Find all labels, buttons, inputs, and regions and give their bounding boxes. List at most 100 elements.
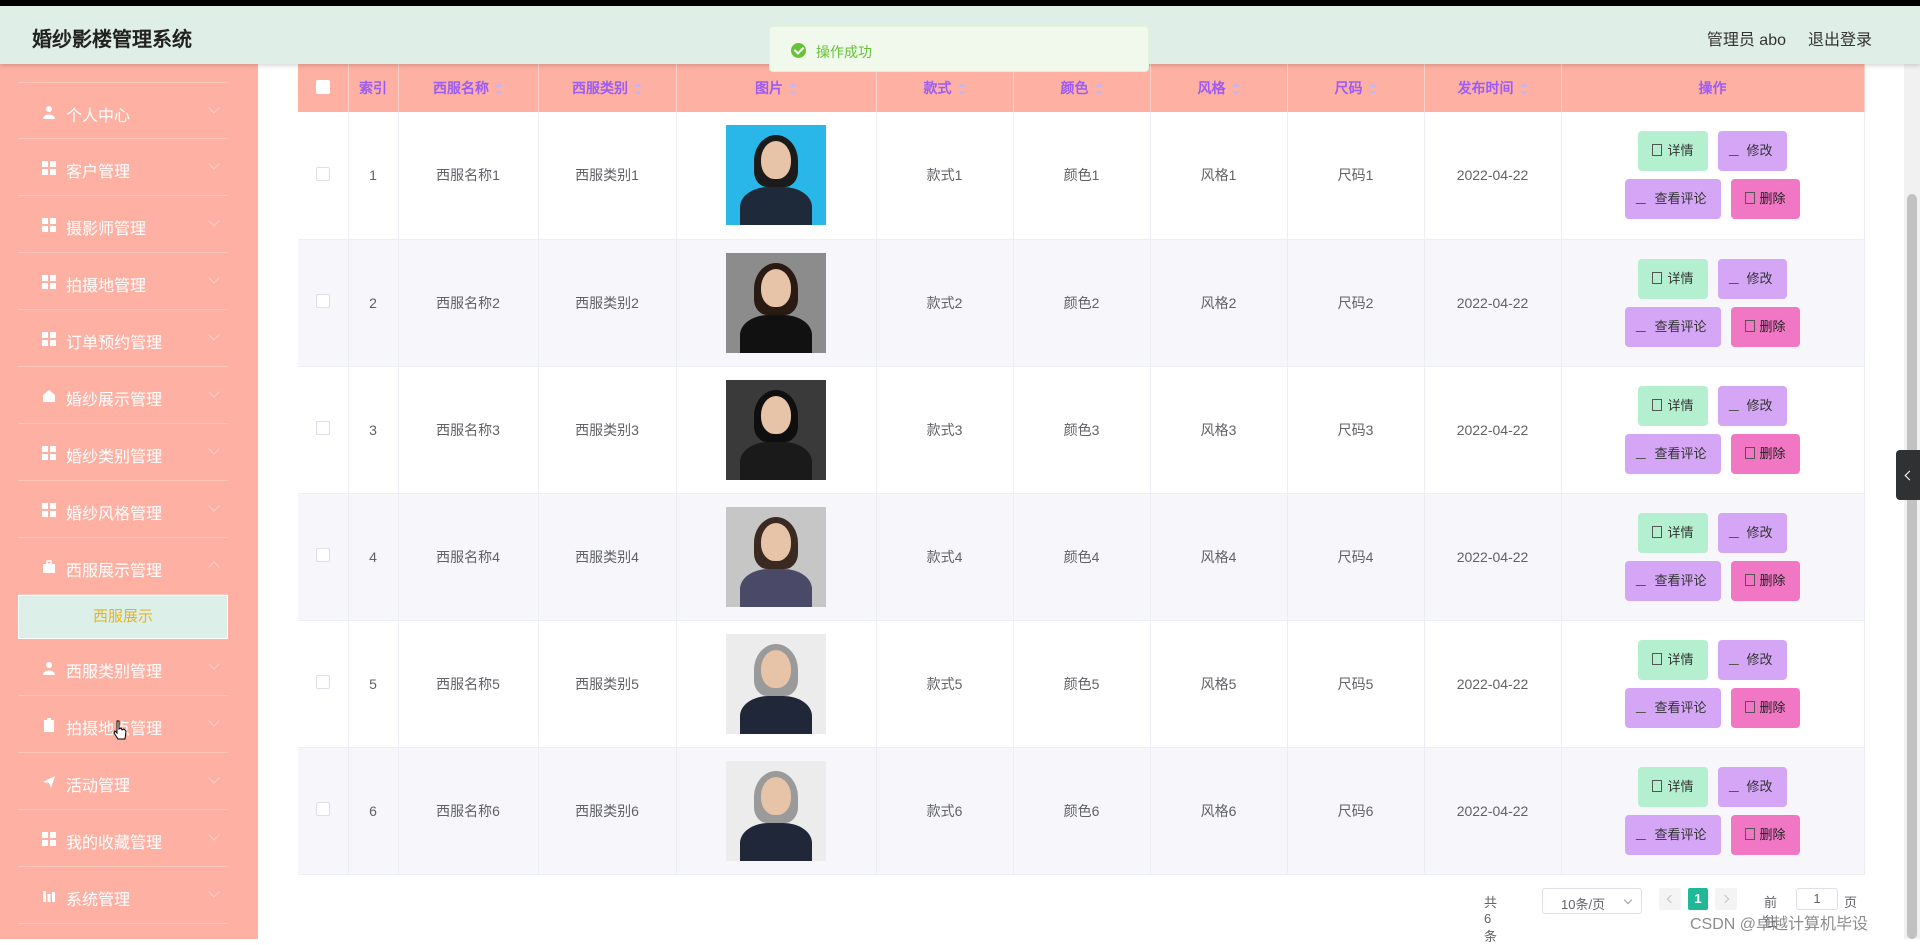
collapse-side-tab[interactable] xyxy=(1896,450,1920,500)
sidebar-subitem-suit-display[interactable]: 西服展示 xyxy=(18,595,228,639)
logout-button[interactable]: 退出登录 xyxy=(1808,26,1872,50)
row-select-cell[interactable] xyxy=(298,112,349,240)
detail-button[interactable]: 详情 xyxy=(1638,766,1708,807)
sort-icon[interactable] xyxy=(789,83,797,96)
comment-label: 查看评论 xyxy=(1654,699,1707,715)
sidebar-item-personal-center[interactable]: 个人中心 xyxy=(18,82,228,139)
row-checkbox[interactable] xyxy=(315,548,330,562)
column-header[interactable]: 风格 xyxy=(1150,64,1288,112)
detail-button[interactable]: 详情 xyxy=(1638,385,1708,426)
cell-size: 尺码4 xyxy=(1287,493,1425,621)
row-select-cell[interactable] xyxy=(298,620,349,748)
sidebar-item-orders[interactable]: 订单预约管理 xyxy=(18,310,228,367)
row-checkbox[interactable] xyxy=(315,802,330,816)
cell-category: 西服类别4 xyxy=(538,493,677,621)
view-comments-button[interactable]: 查看评论 xyxy=(1625,814,1721,855)
view-comments-button[interactable]: 查看评论 xyxy=(1625,560,1721,601)
view-comments-button[interactable]: 查看评论 xyxy=(1625,433,1721,474)
delete-button[interactable]: 删除 xyxy=(1730,433,1800,474)
view-comments-button[interactable]: 查看评论 xyxy=(1625,687,1721,728)
select-all-header[interactable] xyxy=(298,64,349,112)
detail-button[interactable]: 详情 xyxy=(1638,512,1708,553)
column-header-label: 款式 xyxy=(923,80,952,96)
row-select-cell[interactable] xyxy=(298,493,349,621)
sidebar-item-suit-display[interactable]: 西服展示管理 xyxy=(18,538,228,595)
row-select-cell[interactable] xyxy=(298,747,349,875)
edit-button[interactable]: 修改 xyxy=(1717,385,1787,426)
pencil-icon xyxy=(1728,271,1745,284)
column-header[interactable]: 尺码 xyxy=(1287,64,1425,112)
cell-index: 5 xyxy=(348,620,399,748)
edit-button[interactable]: 修改 xyxy=(1717,766,1787,807)
edit-button[interactable]: 修改 xyxy=(1717,512,1787,553)
sort-icon[interactable] xyxy=(1519,83,1528,96)
detail-button[interactable]: 详情 xyxy=(1638,131,1708,172)
photo-cell xyxy=(676,493,877,621)
sort-icon[interactable] xyxy=(495,83,503,96)
delete-button[interactable]: 删除 xyxy=(1730,687,1800,728)
sidebar-item-shooting-sites[interactable]: 拍摄地管理 xyxy=(18,253,228,310)
delete-button[interactable]: 删除 xyxy=(1730,560,1800,601)
sidebar-item-suit-category[interactable]: 西服类别管理 xyxy=(18,639,228,696)
delete-button[interactable]: 删除 xyxy=(1730,306,1800,347)
detail-button[interactable]: 详情 xyxy=(1638,258,1708,299)
edit-button[interactable]: 修改 xyxy=(1717,131,1787,172)
sort-icon[interactable] xyxy=(634,83,642,96)
sidebar-item-label: 订单预约管理 xyxy=(66,335,163,352)
sidebar-item-system[interactable]: 系统管理 xyxy=(18,867,228,924)
view-comments-button[interactable]: 查看评论 xyxy=(1625,179,1721,220)
row-checkbox[interactable] xyxy=(315,294,330,308)
shop-icon xyxy=(42,389,56,403)
pencil-icon xyxy=(1728,779,1745,792)
page-number-current[interactable]: 1 xyxy=(1688,888,1708,910)
page-size-select[interactable]: 10条/页 xyxy=(1542,888,1642,914)
row-select-cell[interactable] xyxy=(298,366,349,494)
sort-icon[interactable] xyxy=(1231,83,1240,96)
pencil-icon xyxy=(1636,700,1653,713)
edit-button[interactable]: 修改 xyxy=(1717,639,1787,680)
sort-icon[interactable] xyxy=(957,83,966,96)
goto-page-input[interactable]: 1 xyxy=(1796,888,1838,910)
next-page-button[interactable] xyxy=(1715,888,1737,910)
column-header[interactable]: 西服类别 xyxy=(538,64,677,112)
row-select-cell[interactable] xyxy=(298,239,349,367)
page-size-value: 10条/页 xyxy=(1561,897,1606,912)
pencil-icon xyxy=(1728,398,1745,411)
prev-page-button[interactable] xyxy=(1659,888,1681,910)
detail-label: 详情 xyxy=(1667,143,1694,159)
sidebar-item-label: 西服展示管理 xyxy=(66,563,163,580)
chevron-down-icon xyxy=(208,215,220,227)
sidebar-item-activities[interactable]: 活动管理 xyxy=(18,753,228,810)
toast-message: 操作成功 xyxy=(816,44,872,60)
cell-category: 西服类别3 xyxy=(538,366,677,494)
edit-button[interactable]: 修改 xyxy=(1717,258,1787,299)
select-all-checkbox[interactable] xyxy=(315,79,330,94)
column-header[interactable]: 发布时间 xyxy=(1424,64,1562,112)
delete-button[interactable]: 删除 xyxy=(1730,814,1800,855)
sidebar-item-photographers[interactable]: 摄影师管理 xyxy=(18,196,228,253)
column-header[interactable]: 西服名称 xyxy=(398,64,539,112)
row-checkbox[interactable] xyxy=(315,166,330,181)
detail-button[interactable]: 详情 xyxy=(1638,639,1708,680)
sort-icon[interactable] xyxy=(1094,83,1103,96)
sort-icon[interactable] xyxy=(1368,83,1377,96)
row-checkbox[interactable] xyxy=(315,421,330,435)
edit-label: 修改 xyxy=(1746,524,1773,540)
scrollbar-thumb[interactable] xyxy=(1907,194,1917,939)
sidebar-item-favorites[interactable]: 我的收藏管理 xyxy=(18,810,228,867)
grid-icon xyxy=(42,161,56,175)
suit-photo xyxy=(726,506,826,607)
sidebar-item-wedding-dress-style[interactable]: 婚纱风格管理 xyxy=(18,481,228,538)
edit-label: 修改 xyxy=(1746,270,1773,286)
view-comments-button[interactable]: 查看评论 xyxy=(1625,306,1721,347)
row-checkbox[interactable] xyxy=(315,675,330,689)
sidebar-item-wedding-dress-display[interactable]: 婚纱展示管理 xyxy=(18,367,228,424)
user-icon xyxy=(42,105,56,119)
sidebar-item-customers[interactable]: 客户管理 xyxy=(18,139,228,196)
column-header-label: 西服类别 xyxy=(572,80,628,96)
sidebar-item-wedding-dress-category[interactable]: 婚纱类别管理 xyxy=(18,424,228,481)
cell-date: 2022-04-22 xyxy=(1424,747,1562,875)
watermark-text: CSDN @卓越计算机毕设 xyxy=(1690,916,1869,933)
delete-button[interactable]: 删除 xyxy=(1730,179,1800,220)
page-scrollbar[interactable] xyxy=(1904,64,1920,939)
